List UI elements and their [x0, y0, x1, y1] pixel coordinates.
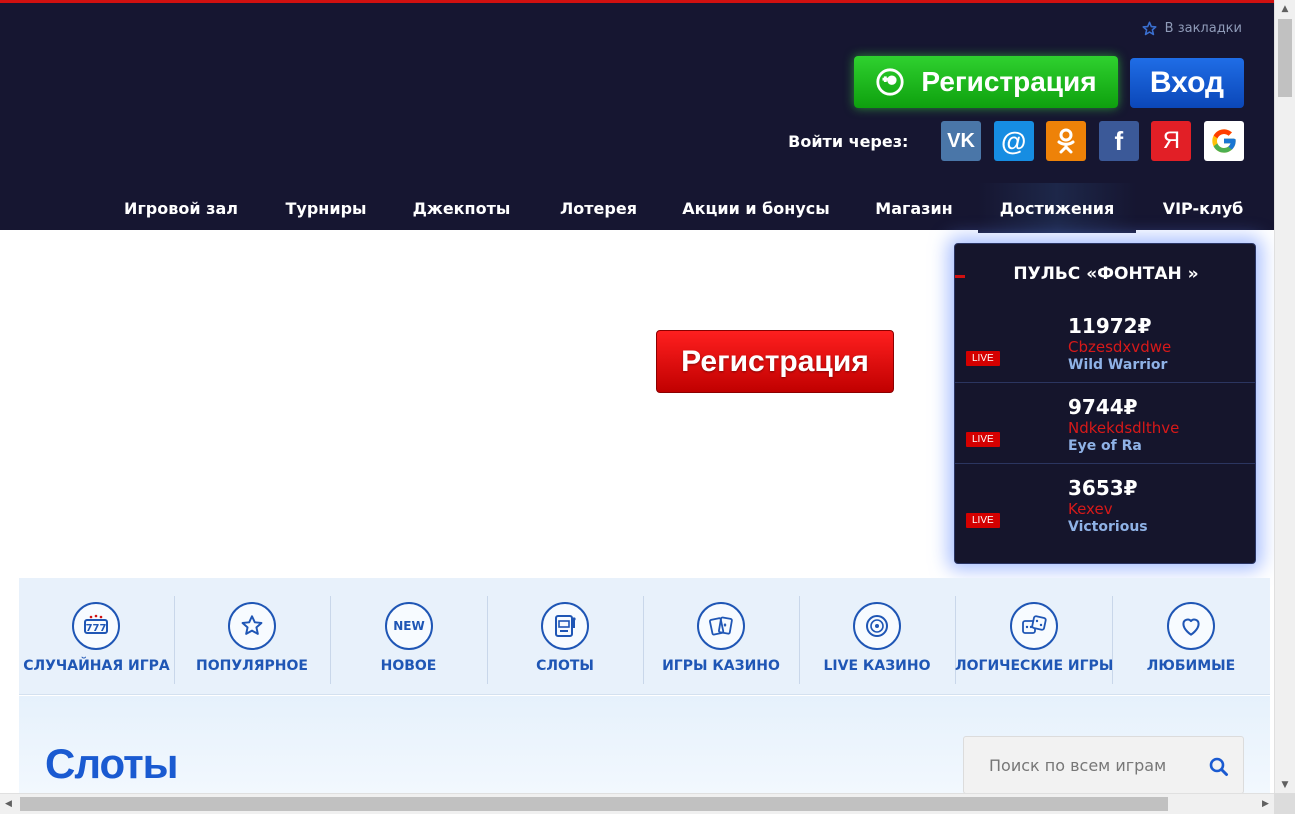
nav-item-tournaments[interactable]: Турниры	[268, 183, 384, 233]
live-badge: LIVE	[966, 513, 1000, 528]
category-live-casino[interactable]: LIVE КАЗИНО	[799, 596, 955, 684]
nav-item-promotions[interactable]: Акции и бонусы	[678, 183, 834, 233]
register-button-label: Регистрация	[921, 66, 1097, 97]
google-icon	[1212, 129, 1236, 153]
scroll-up-arrow-icon[interactable]: ▲	[1275, 0, 1295, 17]
yandex-icon: Я	[1162, 127, 1181, 154]
scroll-right-arrow-icon[interactable]: ▶	[1257, 794, 1274, 814]
category-label: ИГРЫ КАЗИНО	[662, 658, 780, 674]
login-button[interactable]: Вход	[1130, 58, 1244, 108]
section-title: Слоты	[45, 740, 179, 787]
category-bar: 777 СЛУЧАЙНАЯ ИГРА ПОПУЛЯРНОЕ NEW НОВОЕ …	[19, 578, 1270, 695]
vk-login-button[interactable]: VK	[941, 121, 982, 161]
category-label: ЛОГИЧЕСКИЕ ИГРЫ	[955, 658, 1114, 674]
pulse-widget: ПУЛЬС «ФОНТАН » LIVE 11972₽ Cbzesdxvdwe …	[954, 243, 1256, 564]
new-badge-icon: NEW	[385, 602, 433, 650]
category-slots[interactable]: СЛОТЫ	[487, 596, 643, 684]
win-game[interactable]: Victorious	[1068, 519, 1148, 535]
pulse-win-item[interactable]: LIVE 11972₽ Cbzesdxvdwe Wild Warrior	[955, 302, 1255, 383]
win-user: Cbzesdxvdwe	[1068, 338, 1172, 356]
register-button[interactable]: Регистрация	[854, 56, 1118, 108]
svg-text:777: 777	[86, 623, 107, 634]
odnoklassniki-icon	[1057, 128, 1075, 154]
facebook-login-button[interactable]: f	[1098, 121, 1139, 161]
pulse-title: ПУЛЬС «ФОНТАН »	[1013, 264, 1199, 284]
bookmark-label: В закладки	[1164, 21, 1242, 36]
scrollbar-corner	[1274, 793, 1295, 814]
site-header: В закладки Регистрация Вход Войти через:…	[0, 0, 1274, 233]
category-label: LIVE КАЗИНО	[823, 658, 931, 674]
nav-item-game-hall[interactable]: Игровой зал	[117, 183, 245, 233]
heart-icon	[1167, 602, 1215, 650]
social-login: Войти через: VK @ f Я	[788, 121, 1244, 161]
win-game[interactable]: Wild Warrior	[1068, 357, 1167, 373]
pulse-win-item[interactable]: LIVE 9744₽ Ndkekdsdlthve Eye of Ra	[955, 383, 1255, 464]
promo-register-button[interactable]: Регистрация	[656, 330, 894, 393]
cards-icon	[697, 602, 745, 650]
category-label: ЛЮБИМЫЕ	[1146, 658, 1236, 674]
win-amount: 3653₽	[1068, 476, 1138, 500]
main-nav: Игровой зал Турниры Джекпоты Лотерея Акц…	[0, 183, 1274, 233]
vertical-scroll-thumb[interactable]	[1278, 19, 1292, 97]
scroll-down-arrow-icon[interactable]: ▼	[1275, 776, 1295, 793]
win-game[interactable]: Eye of Ra	[1068, 438, 1142, 454]
pulse-win-item[interactable]: LIVE 3653₽ Kexev Victorious	[955, 464, 1255, 545]
facebook-icon: f	[1114, 125, 1124, 156]
live-badge: LIVE	[966, 351, 1000, 366]
live-badge: LIVE	[966, 432, 1000, 447]
add-user-icon	[875, 67, 905, 97]
star-icon	[1142, 21, 1157, 36]
nav-item-jackpots[interactable]: Джекпоты	[404, 183, 519, 233]
category-label: НОВОЕ	[380, 658, 437, 674]
win-amount: 11972₽	[1068, 314, 1152, 338]
roulette-icon	[853, 602, 901, 650]
nav-item-lottery[interactable]: Лотерея	[545, 183, 652, 233]
horizontal-scroll-thumb[interactable]	[20, 797, 1168, 811]
slots-section: Слоты	[19, 696, 1270, 794]
ok-login-button[interactable]	[1046, 121, 1087, 161]
vertical-scrollbar[interactable]: ▲ ▼	[1274, 0, 1295, 793]
dice-icon	[1010, 602, 1058, 650]
slot-machine-icon	[541, 602, 589, 650]
scroll-left-arrow-icon[interactable]: ◀	[0, 794, 17, 814]
nav-item-achievements[interactable]: Достижения	[978, 183, 1136, 233]
category-popular[interactable]: ПОПУЛЯРНОЕ	[174, 596, 330, 684]
win-user: Ndkekdsdlthve	[1068, 419, 1180, 437]
category-new[interactable]: NEW НОВОЕ	[330, 596, 487, 684]
star-icon	[228, 602, 276, 650]
search-icon[interactable]	[1209, 757, 1229, 777]
game-search	[963, 736, 1244, 794]
vk-icon: VK	[947, 129, 975, 152]
bookmark-link[interactable]: В закладки	[1142, 21, 1242, 36]
social-login-label: Войти через:	[788, 131, 909, 151]
search-input[interactable]	[964, 737, 1204, 793]
slot-777-icon: 777	[72, 602, 120, 650]
google-login-button[interactable]	[1204, 121, 1244, 161]
mail-login-button[interactable]: @	[993, 121, 1034, 161]
category-logic-games[interactable]: ЛОГИЧЕСКИЕ ИГРЫ	[955, 596, 1114, 684]
category-favorites[interactable]: ЛЮБИМЫЕ	[1112, 596, 1270, 684]
category-random-game[interactable]: 777 СЛУЧАЙНАЯ ИГРА	[19, 596, 174, 684]
nav-item-vip-club[interactable]: VIP-клуб	[1150, 183, 1256, 233]
category-label: ПОПУЛЯРНОЕ	[196, 658, 308, 674]
mail-icon: @	[1000, 125, 1027, 156]
category-casino-games[interactable]: ИГРЫ КАЗИНО	[643, 596, 799, 684]
horizontal-scrollbar[interactable]: ◀ ▶	[0, 793, 1274, 814]
win-user: Kexev	[1068, 500, 1113, 518]
win-amount: 9744₽	[1068, 395, 1138, 419]
nav-item-shop[interactable]: Магазин	[864, 183, 964, 233]
category-label: СЛУЧАЙНАЯ ИГРА	[23, 658, 170, 674]
category-label: СЛОТЫ	[536, 658, 594, 674]
yandex-login-button[interactable]: Я	[1151, 121, 1192, 161]
